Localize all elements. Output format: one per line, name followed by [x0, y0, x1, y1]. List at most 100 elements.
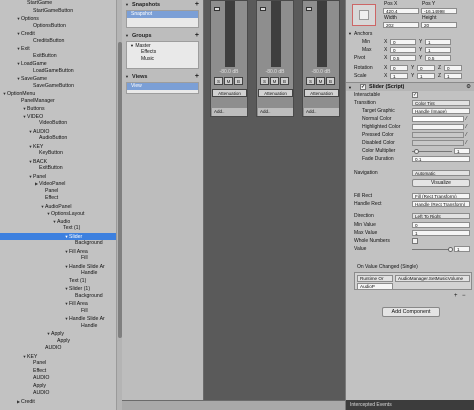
hierarchy-item[interactable]: ▶Credit — [0, 398, 116, 405]
add-effect-button[interactable]: Add.. — [212, 108, 247, 116]
hierarchy-item[interactable]: ▼Fill Area — [0, 300, 116, 307]
visualize-button[interactable]: Visualize — [412, 179, 470, 187]
scale-z-field[interactable]: 1 — [444, 72, 462, 80]
hierarchy-item[interactable]: StartGame — [0, 0, 116, 7]
anchor-max-x-field[interactable]: 0 — [390, 46, 416, 54]
pivot-x-field[interactable]: 0.5 — [390, 54, 416, 62]
hierarchy-item[interactable]: ExitButton — [0, 53, 116, 60]
hierarchy-item[interactable]: ▼Handle Slide Ar — [0, 263, 116, 270]
hierarchy-item[interactable]: ▼AUDIO — [0, 128, 116, 135]
intercepted-events-bar[interactable]: Intercepted Events — [346, 400, 474, 410]
hierarchy-item[interactable]: Effect — [0, 368, 116, 375]
view-item[interactable]: View — [127, 83, 198, 90]
remove-event-icon[interactable]: − — [462, 292, 466, 300]
hierarchy-item[interactable]: StartGameButton — [0, 8, 116, 15]
transition-dropdown[interactable]: Color Tint — [412, 99, 470, 107]
hierarchy-item[interactable]: ▼Buttons — [0, 105, 116, 112]
eyedropper-icon[interactable]: ⁄ — [466, 139, 467, 147]
max-value-field[interactable]: 1 — [412, 229, 470, 237]
navigation-dropdown[interactable]: Automatic — [412, 169, 470, 177]
slider-component-header[interactable]: ▼ ✓ Slider (Script) ⚙ — [346, 82, 474, 91]
hierarchy-item[interactable]: Apply — [0, 383, 116, 390]
component-enabled-checkbox[interactable]: ✓ — [360, 84, 366, 90]
add-view-icon[interactable]: + — [195, 72, 199, 82]
fade-duration-field[interactable]: 0.1 — [412, 155, 470, 163]
hierarchy-item[interactable]: ▼Exit — [0, 45, 116, 52]
hierarchy-item[interactable]: Background — [0, 240, 116, 247]
solo-button[interactable]: S — [260, 77, 269, 85]
hierarchy-item[interactable]: ▼LoadGame — [0, 60, 116, 67]
add-group-icon[interactable]: + — [195, 31, 199, 41]
hierarchy-item[interactable]: ▼VIDEO — [0, 113, 116, 120]
attenuation-effect[interactable]: Attenuation — [212, 89, 247, 97]
height-field[interactable]: 20 — [421, 21, 457, 29]
hierarchy-item[interactable]: ▼KEY — [0, 353, 116, 360]
hierarchy-item[interactable]: Fill — [0, 308, 116, 315]
volume-fader-handle[interactable] — [306, 7, 312, 11]
hierarchy-item[interactable]: ▼Fill Area — [0, 248, 116, 255]
attenuation-effect[interactable]: Attenuation — [304, 89, 339, 97]
hierarchy-item[interactable]: ▼Panel — [0, 173, 116, 180]
hierarchy-item[interactable]: ▼BACK — [0, 158, 116, 165]
hierarchy-item[interactable]: ▼Audio — [0, 218, 116, 225]
hierarchy-item[interactable]: OptionsButton — [0, 23, 116, 30]
rotation-z-field[interactable]: 0 — [444, 64, 462, 72]
pressed-color-swatch[interactable] — [412, 131, 464, 139]
solo-button[interactable]: S — [306, 77, 315, 85]
hierarchy-item[interactable]: LoadGameButton — [0, 68, 116, 75]
anchor-min-y-field[interactable]: 1 — [425, 38, 451, 46]
eyedropper-icon[interactable]: ⁄ — [466, 131, 467, 139]
solo-button[interactable]: S — [214, 77, 223, 85]
hierarchy-item[interactable]: KeyButton — [0, 150, 116, 157]
hierarchy-item[interactable]: Fill — [0, 255, 116, 262]
hierarchy-item[interactable]: SaveGameButton — [0, 83, 116, 90]
snapshots-header[interactable]: ▼ Snapshots + — [122, 0, 203, 10]
mute-button[interactable]: M — [224, 77, 233, 85]
add-snapshot-icon[interactable]: + — [195, 0, 199, 10]
hierarchy-item[interactable]: ▼Slider — [0, 232, 116, 240]
value-field[interactable]: 1 — [454, 245, 470, 253]
target-graphic-field[interactable]: Handle (Image) — [412, 107, 470, 115]
hierarchy-item[interactable]: Background — [0, 293, 116, 300]
groups-header[interactable]: ▼ Groups + — [122, 31, 203, 41]
runtime-dropdown[interactable]: Runtime Or — [357, 275, 393, 282]
hierarchy-item[interactable]: Effect — [0, 195, 116, 202]
hierarchy-item[interactable]: ExitButton — [0, 165, 116, 172]
collapse-triangle-icon[interactable]: ▼ — [125, 31, 129, 41]
whole-numbers-checkbox[interactable] — [412, 238, 418, 244]
hierarchy-item[interactable]: AudioButton — [0, 135, 116, 142]
function-dropdown[interactable]: AudioManager.SetMusicVolume — [395, 275, 470, 282]
hierarchy-item[interactable]: AUDIO — [0, 375, 116, 382]
hierarchy-item[interactable]: AUDIO — [0, 390, 116, 397]
hierarchy-item[interactable]: Handle — [0, 323, 116, 330]
add-effect-button[interactable]: Add.. — [304, 108, 339, 116]
anchor-min-x-field[interactable]: 0 — [390, 38, 416, 46]
bypass-button[interactable]: B — [326, 77, 335, 85]
mute-button[interactable]: M — [316, 77, 325, 85]
color-multiplier-field[interactable]: 1 — [454, 147, 470, 155]
hierarchy-item[interactable]: Text (1) — [0, 278, 116, 285]
disabled-color-swatch[interactable] — [412, 139, 464, 147]
hierarchy-item[interactable]: ▶VideoPanel — [0, 180, 116, 187]
hierarchy-item[interactable]: CreditsButton — [0, 38, 116, 45]
hierarchy-item[interactable]: ▼Credit — [0, 30, 116, 37]
hierarchy-item[interactable]: PanelManager — [0, 98, 116, 105]
hierarchy-item[interactable]: Apply — [0, 338, 116, 345]
bypass-button[interactable]: B — [280, 77, 289, 85]
value-slider[interactable] — [412, 249, 452, 250]
min-value-field[interactable]: 0 — [412, 221, 470, 229]
hierarchy-item[interactable]: VideoButton — [0, 120, 116, 127]
add-effect-button[interactable]: Add.. — [258, 108, 293, 116]
attenuation-effect[interactable]: Attenuation — [258, 89, 293, 97]
hierarchy-item[interactable]: ▼Handle Slide Ar — [0, 315, 116, 322]
hierarchy-item[interactable]: ▼Apply — [0, 330, 116, 337]
anchor-max-y-field[interactable]: 1 — [425, 46, 451, 54]
anchors-row[interactable]: ▼ Anchors — [346, 30, 474, 38]
hierarchy-item[interactable]: Text (1) — [0, 225, 116, 232]
fill-rect-field[interactable]: Fill (Rect Transform) — [412, 192, 470, 200]
collapse-triangle-icon[interactable]: ▼ — [125, 72, 129, 82]
eyedropper-icon[interactable]: ⁄ — [466, 115, 467, 123]
group-master[interactable]: ▼ Master — [127, 42, 198, 49]
add-event-icon[interactable]: + — [454, 292, 458, 300]
hierarchy-item[interactable]: AUDIO — [0, 345, 116, 352]
